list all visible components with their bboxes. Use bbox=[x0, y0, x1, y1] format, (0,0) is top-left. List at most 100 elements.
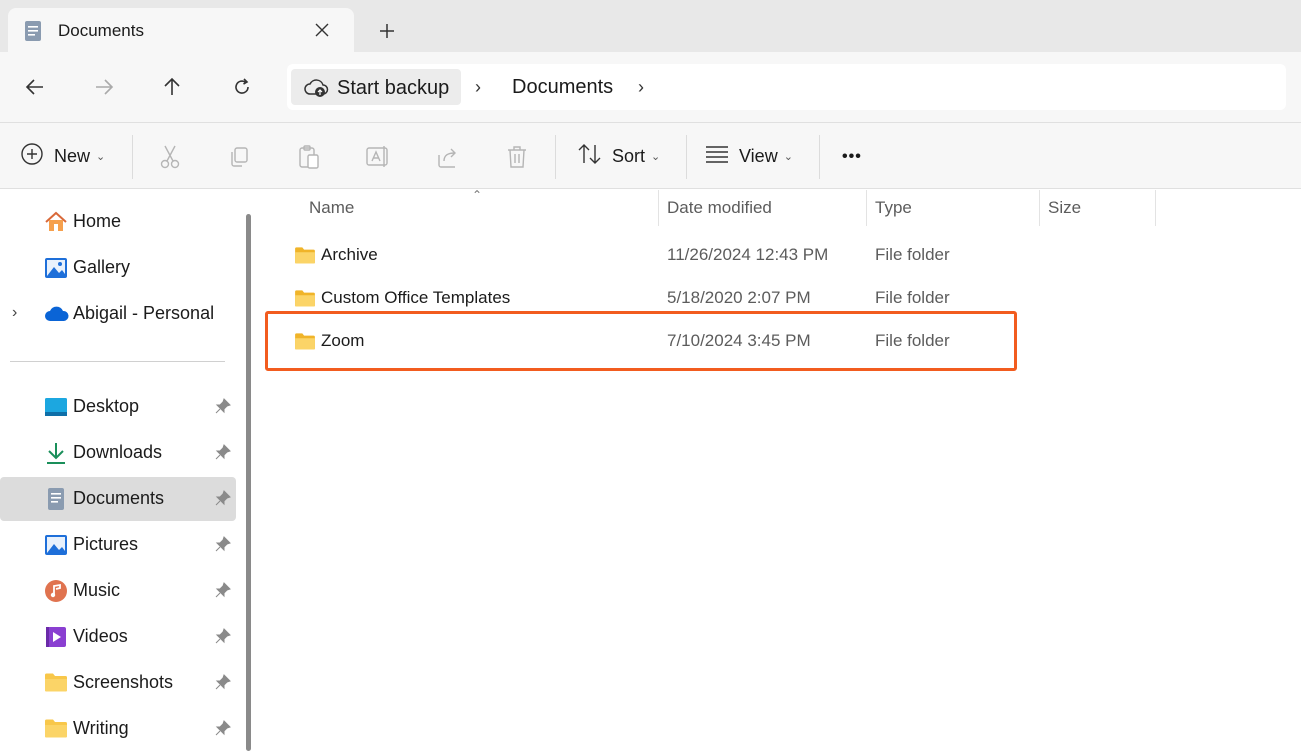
folder-icon bbox=[44, 717, 68, 741]
sort-label: Sort bbox=[612, 146, 646, 166]
chevron-right-icon[interactable]: › bbox=[475, 77, 481, 98]
sidebar-item-label: Writing bbox=[73, 718, 129, 738]
sidebar-item-label: Videos bbox=[73, 626, 128, 646]
file-date-modified: 5/18/2020 2:07 PM bbox=[667, 288, 811, 307]
rename-icon[interactable] bbox=[363, 143, 393, 171]
sidebar-item-documents[interactable]: Documents bbox=[0, 477, 236, 521]
start-backup-button[interactable]: Start backup bbox=[291, 69, 461, 105]
sort-ascending-icon: ⌃ bbox=[472, 188, 483, 202]
toolbar-divider bbox=[132, 135, 133, 179]
breadcrumb-documents[interactable]: Documents bbox=[512, 76, 613, 99]
view-button[interactable]: View ⌄ bbox=[705, 123, 793, 190]
chevron-right-icon[interactable]: › bbox=[12, 304, 17, 322]
refresh-icon[interactable] bbox=[225, 70, 259, 104]
sidebar-item-music[interactable]: Music bbox=[0, 569, 236, 613]
column-header-type[interactable]: Type bbox=[875, 198, 912, 218]
chevron-down-icon: ⌄ bbox=[783, 151, 793, 163]
pin-icon[interactable] bbox=[214, 719, 232, 742]
more-icon: ••• bbox=[842, 147, 862, 165]
folder-icon bbox=[294, 289, 316, 312]
cut-icon[interactable] bbox=[155, 143, 185, 171]
sidebar-item-label: Gallery bbox=[73, 257, 131, 277]
copy-icon[interactable] bbox=[224, 143, 254, 171]
desktop-icon bbox=[44, 395, 68, 419]
file-date-modified: 11/26/2024 12:43 PM bbox=[667, 245, 829, 264]
pin-icon[interactable] bbox=[214, 673, 232, 696]
sidebar-item-label: Pictures bbox=[73, 534, 139, 554]
sidebar-item-label: Documents bbox=[73, 488, 165, 508]
sidebar-item-home[interactable]: Home bbox=[0, 200, 236, 244]
download-icon bbox=[44, 441, 68, 465]
table-row[interactable]: Archive 11/26/2024 12:43 PM File folder bbox=[264, 234, 1014, 276]
file-name: Zoom bbox=[321, 331, 365, 350]
pin-icon[interactable] bbox=[214, 627, 232, 650]
onedrive-cloud-icon bbox=[44, 302, 69, 326]
sidebar-item-pictures[interactable]: Pictures bbox=[0, 523, 236, 567]
plus-icon[interactable] bbox=[372, 16, 402, 46]
music-icon bbox=[44, 579, 68, 603]
share-icon[interactable] bbox=[433, 143, 463, 171]
sidebar-item-label: Screenshots bbox=[73, 672, 174, 692]
column-header-size[interactable]: Size bbox=[1048, 198, 1081, 218]
pin-icon[interactable] bbox=[214, 489, 232, 512]
file-type: File folder bbox=[875, 288, 950, 307]
sidebar-item-gallery[interactable]: Gallery bbox=[0, 246, 236, 290]
toolbar-divider bbox=[819, 135, 820, 179]
tab-documents[interactable]: Documents bbox=[8, 8, 354, 52]
pin-icon[interactable] bbox=[214, 397, 232, 420]
folder-icon bbox=[44, 671, 68, 695]
sort-icon bbox=[578, 143, 602, 170]
file-type: File folder bbox=[875, 331, 950, 350]
address-bar[interactable]: Start backup › Documents › bbox=[287, 64, 1286, 110]
sort-button[interactable]: Sort ⌄ bbox=[578, 123, 660, 190]
column-divider[interactable] bbox=[658, 190, 659, 226]
table-row[interactable]: Zoom 7/10/2024 3:45 PM File folder bbox=[264, 320, 1014, 362]
more-options-button[interactable]: ••• bbox=[842, 123, 862, 190]
file-list: ⌃ Name Date modified Type Size Archive 1… bbox=[260, 188, 1301, 751]
column-header-name[interactable]: Name bbox=[309, 198, 354, 218]
navigation-pane: Home Gallery › Abigail - Personal Deskto… bbox=[0, 190, 260, 751]
sidebar-item-label: Desktop bbox=[73, 396, 140, 416]
sidebar-item-desktop[interactable]: Desktop bbox=[0, 385, 236, 429]
arrow-left-icon[interactable] bbox=[18, 70, 52, 104]
pictures-icon bbox=[44, 533, 68, 557]
sidebar-item-onedrive[interactable]: › Abigail - Personal bbox=[0, 292, 236, 336]
new-button[interactable]: New ⌄ bbox=[20, 123, 105, 190]
pin-icon[interactable] bbox=[214, 443, 232, 466]
tab-strip: Documents bbox=[0, 0, 1301, 52]
sidebar-item-videos[interactable]: Videos bbox=[0, 615, 236, 659]
pin-icon[interactable] bbox=[214, 535, 232, 558]
backup-label: Start backup bbox=[337, 77, 450, 99]
command-bar: New ⌄ Sort ⌄ View ⌄ ••• bbox=[0, 122, 1301, 189]
folder-icon bbox=[294, 246, 316, 269]
sidebar-scrollbar[interactable] bbox=[246, 214, 251, 751]
pin-icon[interactable] bbox=[214, 581, 232, 604]
file-type: File folder bbox=[875, 245, 950, 264]
arrow-right-icon[interactable] bbox=[87, 70, 121, 104]
tab-title: Documents bbox=[58, 21, 144, 40]
file-name: Archive bbox=[321, 245, 378, 264]
sidebar-item-screenshots[interactable]: Screenshots bbox=[0, 661, 236, 705]
paste-icon[interactable] bbox=[294, 143, 324, 171]
sidebar-divider bbox=[10, 361, 225, 362]
table-row[interactable]: Custom Office Templates 5/18/2020 2:07 P… bbox=[264, 277, 1014, 319]
column-divider[interactable] bbox=[1039, 190, 1040, 226]
close-icon[interactable] bbox=[308, 16, 336, 44]
column-divider[interactable] bbox=[1155, 190, 1156, 226]
column-divider[interactable] bbox=[866, 190, 867, 226]
sidebar-item-writing[interactable]: Writing bbox=[0, 707, 236, 751]
cloud-backup-icon bbox=[303, 77, 329, 104]
chevron-down-icon: ⌄ bbox=[96, 151, 106, 163]
column-header-date-modified[interactable]: Date modified bbox=[667, 198, 772, 218]
view-label: View bbox=[739, 146, 778, 166]
new-label: New bbox=[54, 146, 91, 166]
sidebar-item-label: Downloads bbox=[73, 442, 163, 462]
address-row: Start backup › Documents › bbox=[0, 52, 1301, 122]
delete-icon[interactable] bbox=[502, 143, 532, 171]
gallery-icon bbox=[44, 256, 68, 280]
videos-icon bbox=[44, 625, 68, 649]
chevron-right-icon[interactable]: › bbox=[638, 77, 644, 98]
sidebar-item-downloads[interactable]: Downloads bbox=[0, 431, 236, 475]
plus-circle-icon bbox=[20, 142, 44, 171]
arrow-up-icon[interactable] bbox=[155, 70, 189, 104]
